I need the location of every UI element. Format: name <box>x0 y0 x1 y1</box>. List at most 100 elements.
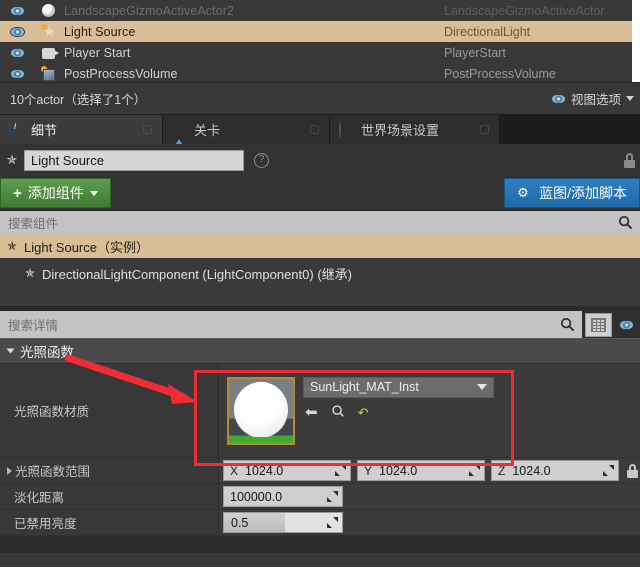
property-row-fade-distance: 淡化距离 100000.0 <box>0 484 640 510</box>
actor-name-row: ✯ ? <box>0 144 640 176</box>
outliner-row[interactable]: LandscapeGizmoActiveActor2 LandscapeGizm… <box>0 0 640 21</box>
help-icon[interactable]: ? <box>254 152 269 168</box>
details-toolbar: + 添加组件 ⚙ 蓝图/添加脚本 <box>0 176 640 210</box>
eye-icon <box>9 47 25 58</box>
drag-handle-icon[interactable] <box>603 465 614 476</box>
tab-label: 细节 <box>31 123 58 138</box>
view-options-label: 视图选项 <box>570 93 621 107</box>
property-row-light-function-scale: 光照函数范围 X 1024.0 Y 1024.0 Z 1024.0 <box>0 458 640 484</box>
fade-distance-field[interactable]: 100000.0 <box>223 486 343 507</box>
lock-icon[interactable] <box>624 152 636 168</box>
chevron-down-icon <box>477 384 487 390</box>
outliner-row-player-start[interactable]: Player Start PlayerStart <box>0 42 640 63</box>
vector-y-field[interactable]: Y 1024.0 <box>357 460 485 481</box>
drag-handle-icon[interactable] <box>335 465 346 476</box>
material-asset-combo[interactable]: SunLight_MAT_Inst <box>303 376 494 398</box>
outliner-row-label: LandscapeGizmoActiveActor2 <box>64 3 235 18</box>
visibility-toggle[interactable] <box>0 47 34 58</box>
sphere-preview <box>234 381 288 438</box>
drag-handle-icon[interactable] <box>327 491 338 502</box>
outliner-row-type: LandscapeGizmoActiveActor <box>444 3 605 18</box>
outliner-scrollbar-thumb[interactable] <box>632 0 640 95</box>
axis-value: 1024.0 <box>512 463 551 478</box>
eye-icon <box>9 5 25 16</box>
close-icon[interactable] <box>310 125 319 134</box>
eye-icon <box>618 319 634 330</box>
outliner-row-light-source[interactable]: ✯ Light Source DirectionalLight <box>0 21 640 42</box>
fade-distance-value: 100000.0 <box>230 489 283 504</box>
material-asset-name: SunLight_MAT_Inst <box>310 380 419 394</box>
visibility-toggle[interactable] <box>0 26 34 37</box>
drag-handle-icon[interactable] <box>327 517 338 528</box>
eye-icon <box>9 26 25 37</box>
browse-search-icon[interactable] <box>331 404 345 421</box>
use-selected-arrow-icon[interactable]: ⬅ <box>305 405 318 420</box>
gear-icon: ⚙ <box>517 185 529 200</box>
tab-world-settings[interactable]: 世界场景设置 <box>330 115 500 144</box>
component-row-light-source[interactable]: ✯ Light Source（实例） <box>0 234 640 258</box>
visibility-toggle[interactable] <box>0 68 34 79</box>
columns-button[interactable] <box>585 312 612 337</box>
light-icon: ✯ <box>24 266 36 280</box>
grid-icon <box>591 317 606 332</box>
add-component-label: 添加组件 <box>27 185 84 201</box>
world-icon <box>339 121 354 138</box>
panel-bottom-strip <box>0 553 640 567</box>
tab-details[interactable]: 细节 <box>0 115 163 144</box>
property-label: 光照函数材质 <box>0 364 219 457</box>
reset-arrow-icon[interactable]: ↶ <box>358 405 369 420</box>
component-row-directional-light[interactable]: ✯ DirectionalLightComponent (LightCompon… <box>0 258 640 288</box>
close-icon[interactable] <box>143 125 152 134</box>
property-label: 已禁用亮度 <box>0 510 219 535</box>
tab-level[interactable]: 关卡 <box>163 115 330 150</box>
outliner-row-type: PlayerStart <box>444 45 506 60</box>
property-label: 光照函数范围 <box>15 465 91 479</box>
lock-icon[interactable] <box>627 463 639 479</box>
level-icon <box>172 122 187 150</box>
drag-handle-icon[interactable] <box>469 465 480 476</box>
axis-label: Y <box>364 463 373 478</box>
outliner-status-bar: 10个actor（选择了1个） 视图选项 <box>0 82 640 114</box>
search-icon <box>618 215 633 230</box>
close-icon[interactable] <box>480 125 489 134</box>
outliner-row-label: Light Source <box>64 24 136 39</box>
material-thumbnail[interactable] <box>227 376 295 445</box>
details-search-input[interactable]: 搜索详情 <box>0 311 582 338</box>
view-options-button[interactable]: 视图选项 <box>550 89 634 108</box>
eye-icon <box>550 93 566 104</box>
details-visibility-button[interactable] <box>612 311 640 338</box>
axis-value: 1024.0 <box>245 463 284 478</box>
outliner-row-label: Player Start <box>64 45 131 60</box>
property-label: 淡化距离 <box>0 484 219 509</box>
component-tree: ✯ Light Source（实例） ✯ DirectionalLightCom… <box>0 234 640 306</box>
world-outliner-panel: LandscapeGizmoActiveActor2 LandscapeGizm… <box>0 0 640 95</box>
chevron-down-icon <box>89 190 98 196</box>
section-title: 光照函数 <box>20 345 74 360</box>
component-label: DirectionalLightComponent (LightComponen… <box>42 266 352 282</box>
vector-x-field[interactable]: X 1024.0 <box>223 460 351 481</box>
search-icon <box>560 317 575 332</box>
thumbnail-ground <box>229 436 293 443</box>
outliner-row-postprocess[interactable]: PostProcessVolume PostProcessVolume <box>0 63 640 84</box>
eye-icon <box>9 68 25 79</box>
property-row-disabled-brightness: 已禁用亮度 0.5 <box>0 510 640 536</box>
sphere-icon <box>34 3 64 19</box>
section-header[interactable]: 光照函数 <box>0 338 640 364</box>
outliner-row-type: DirectionalLight <box>444 24 531 39</box>
disabled-brightness-value: 0.5 <box>231 515 249 530</box>
axis-label: Z <box>498 463 506 478</box>
vector-z-field[interactable]: Z 1024.0 <box>491 460 619 481</box>
visibility-toggle[interactable] <box>0 5 34 16</box>
axis-label: X <box>230 463 239 478</box>
add-component-button[interactable]: + 添加组件 <box>0 178 111 208</box>
tab-label: 关卡 <box>194 123 221 138</box>
blueprint-script-button[interactable]: ⚙ 蓝图/添加脚本 <box>504 178 640 208</box>
actor-name-input[interactable] <box>24 149 244 171</box>
vector3-input: X 1024.0 Y 1024.0 Z 1024.0 <box>223 460 640 481</box>
component-search-bar[interactable]: 搜索组件 <box>0 210 640 234</box>
disabled-brightness-slider[interactable]: 0.5 <box>223 512 343 533</box>
light-icon: ✯ <box>34 23 64 40</box>
chevron-right-icon[interactable] <box>7 466 12 475</box>
light-icon: ✯ <box>6 239 18 253</box>
property-row-light-function-material: 光照函数材质 SunLight_MAT_Inst ⬅ ↶ <box>0 364 640 458</box>
